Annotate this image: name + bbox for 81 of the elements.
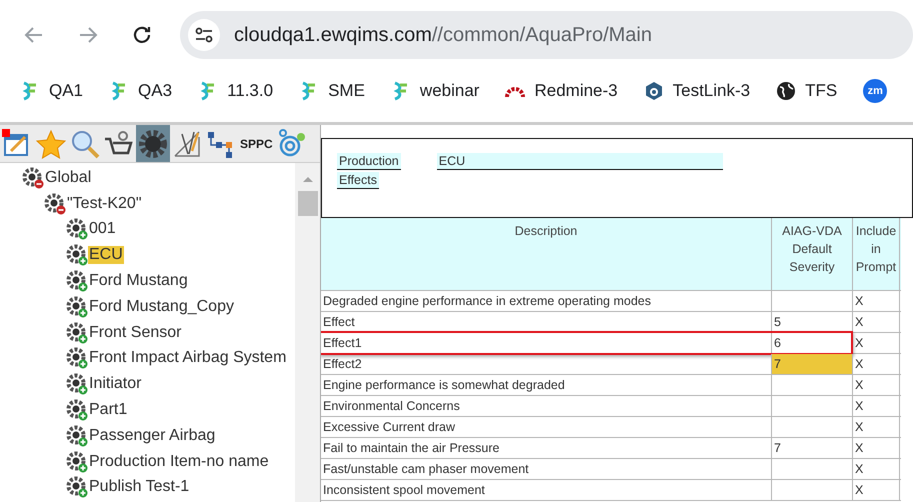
table-cell: Degraded engine performance in extreme operating modes <box>321 291 772 311</box>
tree-item[interactable]: Global <box>44 168 92 187</box>
table-cell: X <box>853 291 900 311</box>
table-cell: Fail to maintain the air Pressure <box>321 438 772 458</box>
gear-icon[interactable] <box>66 244 88 266</box>
table-cell: Environmental Concerns <box>321 396 772 416</box>
tree-item[interactable]: "Test-K20" <box>66 194 142 213</box>
gear-icon[interactable] <box>66 424 88 447</box>
url-text: cloudqa1.ewqims.com//common/AquaPro/Main <box>234 24 652 46</box>
tree-item[interactable]: Ford Mustang <box>88 272 189 290</box>
table-cell: Fast/unstable cam phaser movement <box>321 459 772 479</box>
bookmark[interactable]: QA3 <box>109 81 172 101</box>
bookmark-label: Redmine-3 <box>534 81 618 101</box>
table-cell: X <box>853 480 900 500</box>
table-cell: X <box>853 438 900 458</box>
tree-item[interactable]: Front Impact Airbag System <box>88 349 288 368</box>
gear-icon[interactable] <box>66 399 88 422</box>
tree-item[interactable]: Front Sensor <box>88 324 182 342</box>
bookmark-label: QA1 <box>49 81 84 101</box>
table-cell: X <box>853 375 900 395</box>
bookmark[interactable]: 11.3.0 <box>198 81 274 101</box>
table-cell: X <box>853 417 900 437</box>
gear-icon[interactable] <box>66 218 88 240</box>
scrollbar-thumb[interactable] <box>298 191 318 216</box>
field-value: ECU <box>436 153 723 170</box>
bookmark-label: TestLink-3 <box>672 81 750 101</box>
bookmark-label: 11.3.0 <box>227 81 274 101</box>
tree-item[interactable]: 001 <box>88 220 117 238</box>
bookmark-label: webinar <box>420 81 480 101</box>
bookmark[interactable]: SME <box>299 81 365 101</box>
gear-icon[interactable] <box>66 347 88 370</box>
column-header: Description <box>321 218 772 290</box>
table-cell: 7 <box>772 354 853 374</box>
table-cell: 6 <box>772 333 853 353</box>
tree-item[interactable]: Ford Mustang_Copy <box>88 298 235 316</box>
toolbar-button[interactable]: SPPC <box>238 125 275 162</box>
address-bar[interactable]: cloudqa1.ewqims.com//common/AquaPro/Main <box>180 11 913 59</box>
gear-icon[interactable] <box>66 476 88 498</box>
table-cell: Excessive Current draw <box>321 417 772 437</box>
field-label: Effects <box>337 172 379 189</box>
column-header: Include in Prompt <box>853 218 900 290</box>
scrollbar[interactable] <box>295 163 320 502</box>
table-cell: Effect1 <box>321 333 772 353</box>
tree-item[interactable]: Initiator <box>88 375 142 394</box>
gear-icon[interactable] <box>44 192 66 215</box>
site-settings-icon[interactable] <box>188 19 220 51</box>
table-cell: 7 <box>772 438 853 458</box>
tree-item[interactable]: ECU <box>88 246 124 264</box>
bookmark[interactable]: webinar <box>390 81 480 101</box>
hexagon-icon <box>644 81 664 101</box>
table-cell: X <box>853 396 900 416</box>
bookmark[interactable]: QA1 <box>20 81 84 101</box>
tree-item[interactable]: Part1 <box>88 401 128 420</box>
table-cell: Engine performance is somewhat degraded <box>321 375 772 395</box>
bookmark[interactable]: TestLink-3 <box>644 81 750 101</box>
table-cell: 5 <box>772 312 853 332</box>
table-cell: X <box>853 354 900 374</box>
table-cell: X <box>853 312 900 332</box>
bookmark-label: QA3 <box>138 81 172 101</box>
bookmark-label: SME <box>328 81 365 101</box>
tree-item[interactable]: Production Item-no name <box>88 452 270 471</box>
bookmark-label: TFS <box>805 81 838 101</box>
bookmark[interactable]: Redmine-3 <box>505 81 618 101</box>
toolbar-button[interactable] <box>136 125 170 162</box>
gear-icon[interactable] <box>66 450 88 473</box>
gear-icon[interactable] <box>66 322 88 344</box>
table-cell: X <box>853 333 900 353</box>
table-cell: Effect <box>321 312 772 332</box>
gear-icon[interactable] <box>66 270 88 292</box>
column-header: AIAG-VDA Default Severity <box>772 218 853 290</box>
bookmark[interactable]: TFS <box>776 81 838 101</box>
table-cell: X <box>853 459 900 479</box>
tree-item[interactable]: Passenger Airbag <box>88 426 216 445</box>
gear-icon[interactable] <box>22 166 44 189</box>
gear-icon[interactable] <box>66 296 88 318</box>
field-label: Production <box>337 153 401 170</box>
tree-item[interactable]: Publish Test-1 <box>88 478 190 496</box>
globe-icon <box>776 81 796 101</box>
bookmark-badge[interactable]: zm <box>863 79 888 103</box>
table-cell: Inconsistent spool movement <box>321 480 772 500</box>
gear-icon[interactable] <box>66 373 88 396</box>
